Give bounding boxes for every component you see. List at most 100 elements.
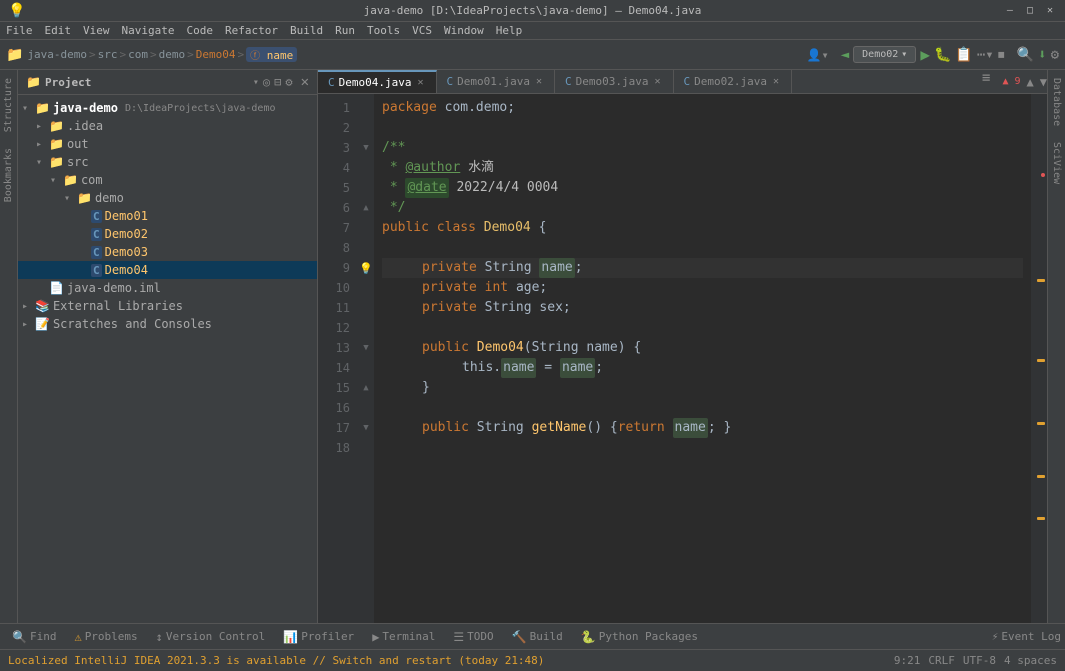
sciview-tab[interactable]: SciView: [1049, 138, 1064, 188]
breadcrumb-field[interactable]: name: [267, 49, 294, 62]
status-warning: Localized IntelliJ IDEA 2021.3.3 is avai…: [8, 654, 544, 667]
run-button[interactable]: ▶: [920, 45, 930, 64]
search-everywhere-icon[interactable]: 🔍: [1017, 47, 1034, 63]
find-tab[interactable]: 🔍 Find: [4, 628, 64, 646]
more-run-icon[interactable]: ⋯▾: [977, 47, 994, 63]
terminal-tab[interactable]: ▶ Terminal: [364, 628, 443, 646]
tab-demo01[interactable]: C Demo01.java ✕: [437, 70, 556, 93]
locate-icon[interactable]: ◎: [263, 75, 270, 89]
build-tab[interactable]: 🔨 Build: [504, 628, 571, 646]
tab-overflow-button[interactable]: ≡: [974, 70, 998, 93]
tree-item-out[interactable]: ▸📁out: [18, 135, 317, 153]
breadcrumb-com[interactable]: com: [128, 48, 148, 61]
tree-icon: 📁: [77, 191, 92, 205]
tree-item-demo[interactable]: ▾📁demo: [18, 189, 317, 207]
code-content[interactable]: package com.demo; /** * @author 水滴 * @da…: [374, 94, 1031, 623]
profiler-tab[interactable]: 📊 Profiler: [275, 628, 362, 646]
tab-demo04[interactable]: C Demo04.java ✕: [318, 70, 437, 93]
settings-icon[interactable]: ⚙: [1051, 47, 1059, 63]
profile-icon[interactable]: 👤▾: [807, 48, 829, 62]
menu-item-build[interactable]: Build: [284, 22, 329, 39]
breadcrumb-project[interactable]: java-demo: [27, 48, 87, 61]
fold-icon-13[interactable]: ▼: [363, 343, 368, 353]
tree-item--idea[interactable]: ▸📁.idea: [18, 117, 317, 135]
tree-item-demo03[interactable]: CDemo03: [18, 243, 317, 261]
error-nav-down[interactable]: ▼: [1040, 75, 1047, 89]
tab-demo03[interactable]: C Demo03.java ✕: [555, 70, 674, 93]
tree-item-java-demo[interactable]: ▾📁java-demoD:\IdeaProjects\java-demo: [18, 99, 317, 117]
menu-item-vcs[interactable]: VCS: [406, 22, 438, 39]
code-editor: 1 2 3 4 5 6 7 8 9 10 11 12 13 14 15 16 1…: [318, 94, 1047, 623]
sidebar-settings-icon[interactable]: ⚙: [285, 75, 292, 89]
breadcrumb-src[interactable]: src: [98, 48, 118, 61]
sidebar-icon-left: 📁: [26, 75, 41, 89]
tree-item-com[interactable]: ▾📁com: [18, 171, 317, 189]
menu-item-window[interactable]: Window: [438, 22, 490, 39]
tree-item-src[interactable]: ▾📁src: [18, 153, 317, 171]
tree-item-scratches-and-consoles[interactable]: ▸📝Scratches and Consoles: [18, 315, 317, 333]
build-icon: 🔨: [512, 630, 527, 644]
run-config-label: Demo02: [862, 49, 898, 60]
run-config-dropdown[interactable]: Demo02 ▾: [853, 46, 916, 63]
tree-item-demo02[interactable]: CDemo02: [18, 225, 317, 243]
database-tab[interactable]: Database: [1049, 74, 1064, 130]
warning-marker-3: [1037, 422, 1045, 425]
tab-close-demo01[interactable]: ✕: [534, 76, 544, 87]
tab-label-demo01: Demo01.java: [457, 75, 530, 88]
fold-icon-6[interactable]: ▲: [363, 203, 368, 213]
breadcrumb-demo[interactable]: demo: [159, 48, 186, 61]
project-icon: 📁: [6, 47, 23, 63]
tab-close-demo04[interactable]: ✕: [415, 77, 425, 88]
structure-tab[interactable]: Structure: [1, 74, 16, 136]
debug-run-icon[interactable]: 🐛: [934, 47, 951, 63]
tab-icon-demo01: C: [447, 75, 454, 88]
tab-demo02[interactable]: C Demo02.java ✕: [674, 70, 793, 93]
tree-item-demo04[interactable]: CDemo04: [18, 261, 317, 279]
close-button[interactable]: ✕: [1043, 5, 1057, 16]
fold-icon-15[interactable]: ▲: [363, 383, 368, 393]
breadcrumb-class[interactable]: Demo04: [196, 48, 236, 61]
error-nav-up[interactable]: ▲: [1027, 75, 1034, 89]
update-icon[interactable]: ⬇: [1038, 47, 1046, 63]
sidebar-close-icon[interactable]: ✕: [301, 74, 309, 90]
bookmarks-tab[interactable]: Bookmarks: [1, 144, 16, 206]
encoding[interactable]: UTF-8: [963, 654, 996, 667]
navigate-back-icon[interactable]: ◄: [841, 47, 849, 63]
version-control-tab[interactable]: ↕ Version Control: [148, 628, 274, 646]
bulb-icon-9[interactable]: 💡: [358, 258, 374, 278]
stop-icon[interactable]: ⏹: [998, 47, 1005, 63]
line-numbers: 1 2 3 4 5 6 7 8 9 10 11 12 13 14 15 16 1…: [318, 94, 358, 623]
menu-item-refactor[interactable]: Refactor: [219, 22, 284, 39]
event-log[interactable]: ⚡ Event Log: [992, 630, 1061, 643]
sidebar-toolbar-icons: ◎ ⊟ ⚙: [263, 75, 293, 89]
tab-close-demo02[interactable]: ✕: [771, 76, 781, 87]
indent[interactable]: 4 spaces: [1004, 654, 1057, 667]
tree-item-demo01[interactable]: CDemo01: [18, 207, 317, 225]
menu-item-file[interactable]: File: [0, 22, 39, 39]
collapse-all-icon[interactable]: ⊟: [274, 75, 281, 89]
maximize-button[interactable]: □: [1023, 5, 1037, 16]
menu-item-edit[interactable]: Edit: [39, 22, 78, 39]
minimize-button[interactable]: –: [1003, 5, 1017, 16]
coverage-icon[interactable]: 📋: [955, 47, 972, 63]
right-scroll-gutter[interactable]: [1031, 94, 1047, 623]
sidebar-dropdown[interactable]: ▾: [253, 77, 259, 88]
line-separator[interactable]: CRLF: [928, 654, 955, 667]
sidebar-header: 📁 Project ▾ ◎ ⊟ ⚙ ✕: [18, 70, 317, 95]
menu-item-tools[interactable]: Tools: [361, 22, 406, 39]
menu-item-navigate[interactable]: Navigate: [116, 22, 181, 39]
cursor-position[interactable]: 9:21: [894, 654, 921, 667]
tree-item-external-libraries[interactable]: ▸📚External Libraries: [18, 297, 317, 315]
menu-item-help[interactable]: Help: [490, 22, 529, 39]
problems-tab[interactable]: ⚠ Problems: [66, 628, 145, 646]
menu-item-run[interactable]: Run: [329, 22, 361, 39]
python-packages-tab[interactable]: 🐍 Python Packages: [573, 628, 706, 646]
tree-item-java-demo-iml[interactable]: 📄java-demo.iml: [18, 279, 317, 297]
tab-close-demo03[interactable]: ✕: [653, 76, 663, 87]
code-line-17: public String getName() { return name; }: [382, 418, 1023, 438]
fold-icon-17[interactable]: ▼: [363, 423, 368, 433]
menu-item-view[interactable]: View: [77, 22, 116, 39]
todo-tab[interactable]: ☰ TODO: [445, 628, 501, 646]
fold-icon-3[interactable]: ▼: [363, 143, 368, 153]
menu-item-code[interactable]: Code: [180, 22, 219, 39]
